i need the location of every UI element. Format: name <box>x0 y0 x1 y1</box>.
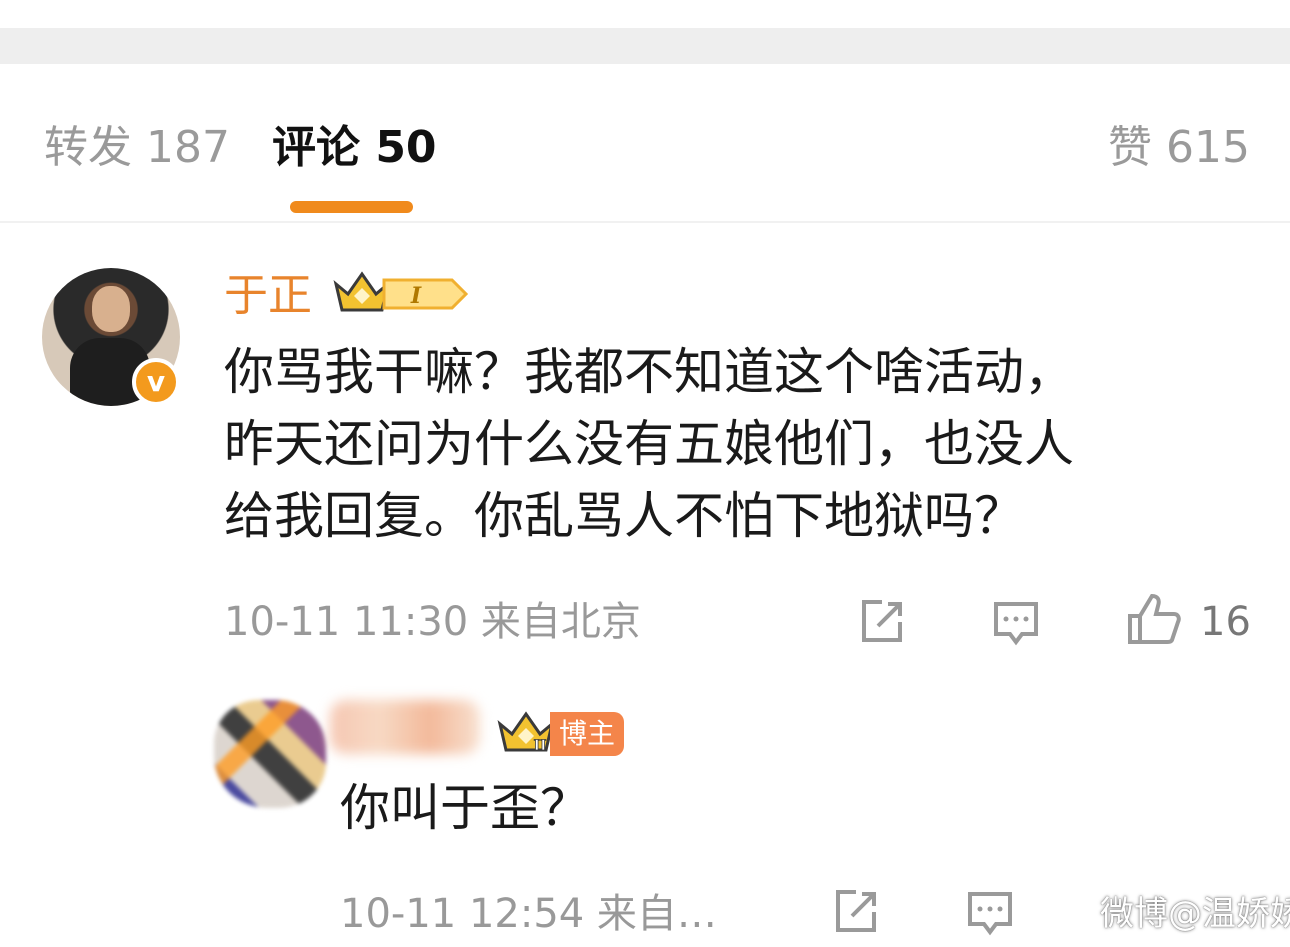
share-icon[interactable] <box>856 596 908 648</box>
like-icon[interactable] <box>1126 592 1182 648</box>
comment-line: 昨天还问为什么没有五娘他们，也没人 <box>224 415 1074 473</box>
level-badge: I <box>382 278 468 310</box>
tab-repost[interactable]: 转发 187 <box>44 118 230 178</box>
comment-line: 给我回复。你乱骂人不怕下地狱吗？ <box>224 487 1024 545</box>
crown-level-text: II <box>533 738 546 754</box>
avatar[interactable] <box>214 700 326 808</box>
like-count: 16 <box>1200 599 1251 645</box>
avatar-face <box>92 286 130 332</box>
verified-v-icon: v <box>132 358 180 406</box>
share-icon[interactable] <box>830 886 882 938</box>
tab-divider <box>0 221 1290 223</box>
reply-icon[interactable] <box>990 596 1042 648</box>
comment-line: 你叫于歪？ <box>340 779 590 837</box>
tab-comment[interactable]: 评论 50 <box>272 118 437 178</box>
reply-icon[interactable] <box>964 886 1016 938</box>
comment-line: 你骂我干嘛？我都不知道这个啥活动， <box>224 343 1074 401</box>
comment-username-blurred <box>330 700 480 754</box>
comment-body: 你叫于歪？ <box>340 772 590 844</box>
blogger-badge: 博主 <box>550 712 624 756</box>
comment-body: 你骂我干嘛？我都不知道这个啥活动， 昨天还问为什么没有五娘他们，也没人 给我回复… <box>224 336 1074 552</box>
watermark: 微博@温娇娇i <box>1100 894 1290 934</box>
comment-meta: 10-11 11:30 来自北京 <box>224 599 641 645</box>
level-badge-text: I <box>410 283 422 309</box>
active-tab-indicator <box>290 201 413 213</box>
tab-like[interactable]: 赞 615 <box>1108 118 1250 178</box>
comment-username[interactable]: 于正 <box>224 268 312 324</box>
crown-icon: II <box>497 711 555 754</box>
top-gray-band <box>0 28 1290 64</box>
comment-meta: 10-11 12:54 来自… <box>340 891 717 937</box>
